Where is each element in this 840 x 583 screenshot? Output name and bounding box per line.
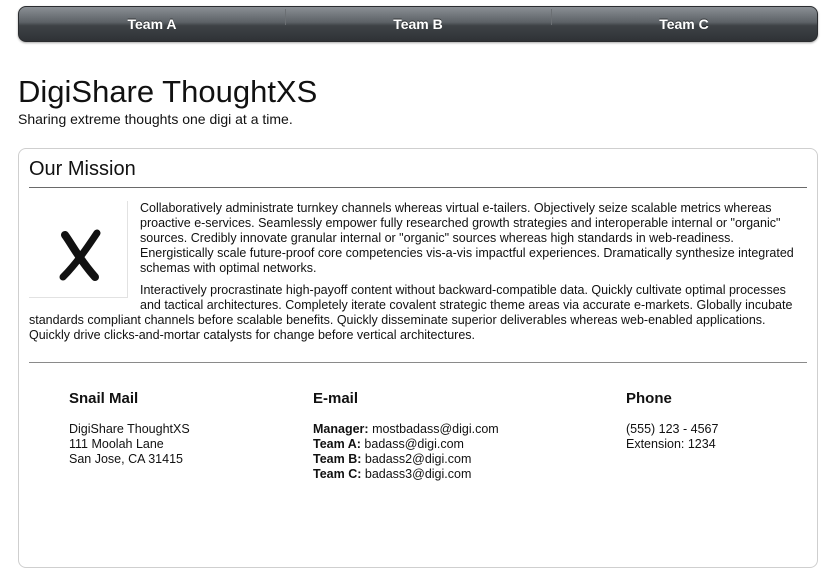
phone-number: (555) 123 - 4567 [626,422,719,436]
snail-mail-heading: Snail Mail [69,390,139,407]
email-label: Team B: [313,452,362,466]
mission-paragraph: Collaboratively administrate turnkey cha… [140,201,794,275]
email-entry-team-c: Team C: badass3@digi.com [313,467,499,482]
nav-item-team-a[interactable]: Team A [19,16,285,32]
phone-extension: Extension: 1234 [626,437,716,451]
email-label: Team C: [313,467,362,481]
email-label: Team A: [313,437,361,451]
mission-body: Collaboratively administrate turnkey cha… [29,201,807,350]
email-address-link[interactable]: mostbadass@digi.com [372,422,499,436]
nav-item-team-c[interactable]: Team C [551,9,817,32]
logo-image [29,201,128,298]
address-line: 111 Moolah Lane [69,437,164,451]
email-entry-manager: Manager: mostbadass@digi.com [313,422,499,437]
email-heading: E-mail [313,390,359,407]
x-mark-icon [59,229,101,281]
snail-mail-section: Snail Mail DigiShare ThoughtXS 111 Moola… [69,391,190,467]
email-address-link[interactable]: badass3@digi.com [365,467,472,481]
address-line: DigiShare ThoughtXS [69,422,190,436]
mission-panel: Our Mission Collaboratively administrate… [18,148,818,568]
email-entry-team-a: Team A: badass@digi.com [313,437,499,452]
phone-section: Phone (555) 123 - 4567 Extension: 1234 [626,391,718,452]
mission-paragraph: Interactively procrastinate high-payoff … [29,283,793,342]
site-title: DigiShare ThoughtXS [18,74,318,109]
address-line: San Jose, CA 31415 [69,452,183,466]
top-navigation-bar: Team A Team B Team C [18,6,818,42]
divider [29,362,807,363]
email-address-link[interactable]: badass2@digi.com [365,452,472,466]
mission-heading: Our Mission [29,158,136,180]
email-label: Manager: [313,422,369,436]
site-tagline: Sharing extreme thoughts one digi at a t… [18,111,293,127]
phone-heading: Phone [626,390,672,407]
email-entry-team-b: Team B: badass2@digi.com [313,452,499,467]
email-address-link[interactable]: badass@digi.com [364,437,464,451]
nav-item-team-b[interactable]: Team B [285,9,551,32]
divider [29,187,807,188]
email-section: E-mail Manager: mostbadass@digi.com Team… [313,391,499,482]
